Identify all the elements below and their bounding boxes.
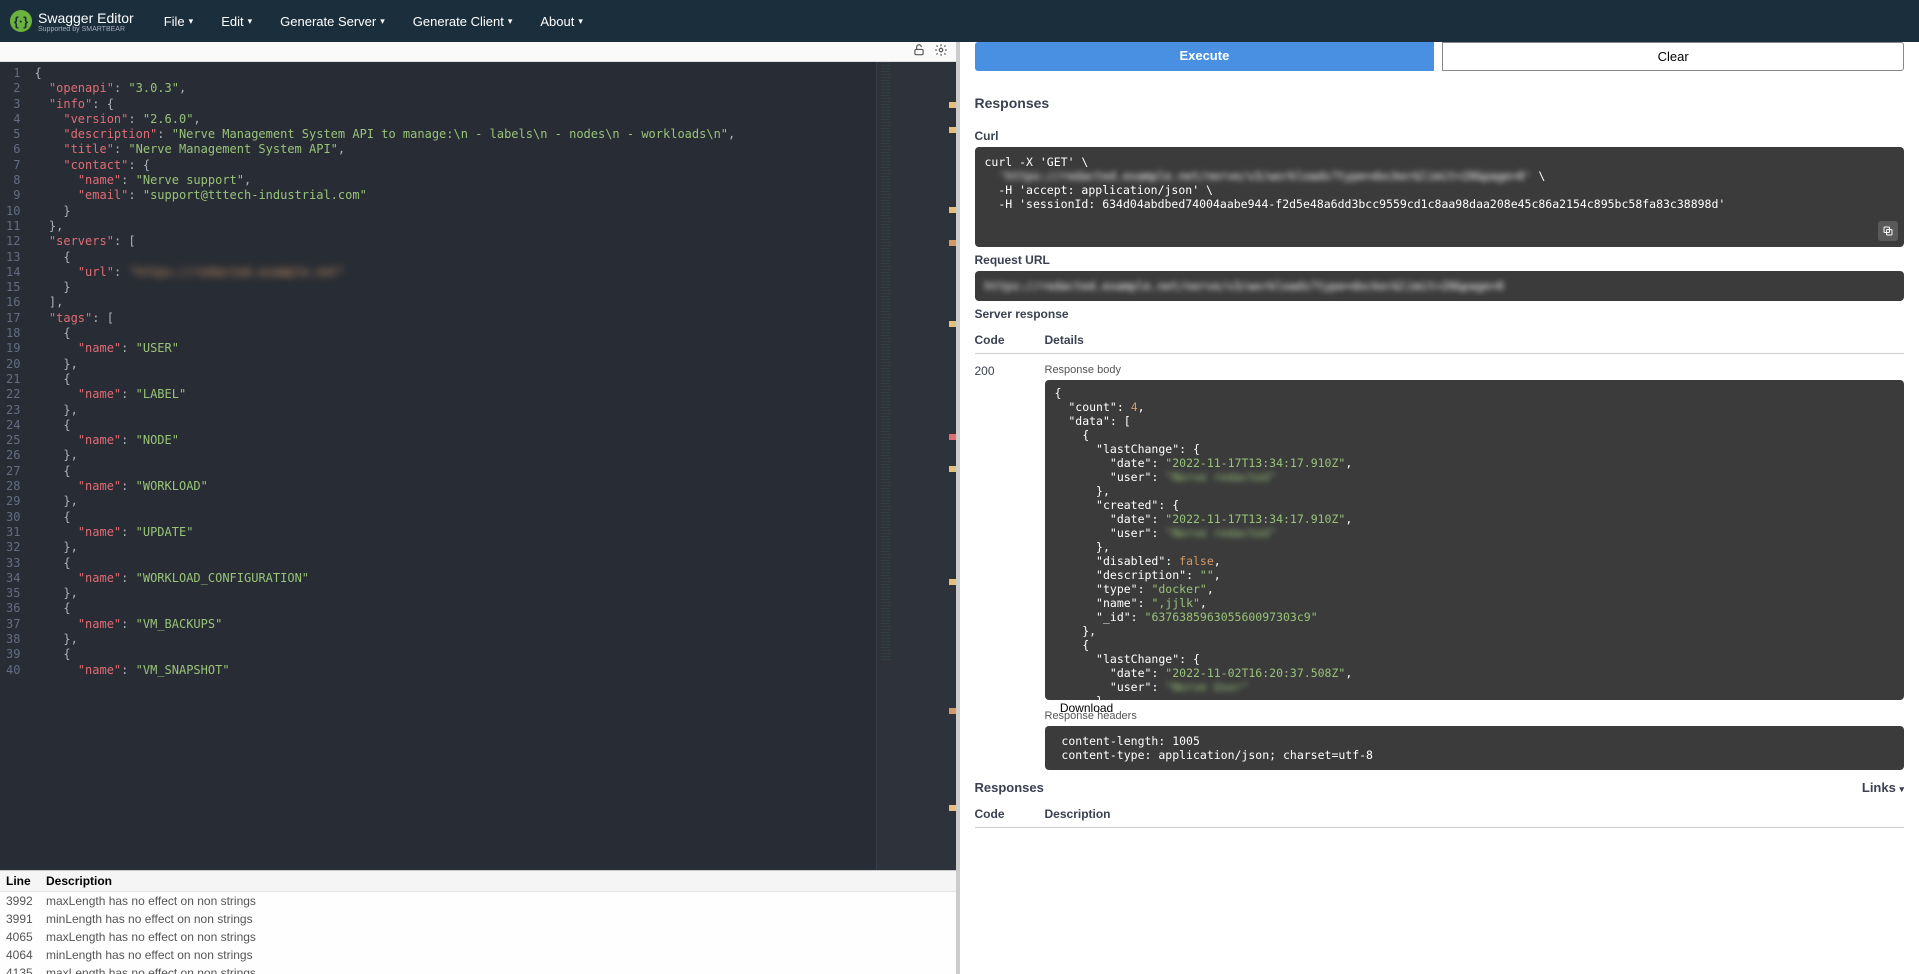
description-col-head: Description — [1045, 807, 1111, 821]
request-url-heading: Request URL — [975, 253, 1905, 267]
code-col-head-2: Code — [975, 807, 1045, 821]
status-code: 200 — [975, 364, 1045, 770]
menu-file[interactable]: File ▾ — [164, 14, 193, 29]
menu-edit[interactable]: Edit ▾ — [221, 14, 252, 29]
topbar: {·} Swagger Editor Supported by SMARTBEA… — [0, 0, 1919, 42]
errors-col-line: Line — [6, 874, 46, 888]
copy-icon[interactable] — [1878, 221, 1898, 241]
line-gutter: 1234567891011121314151617181920212223242… — [0, 62, 30, 870]
chevron-down-icon: ▾ — [248, 16, 253, 27]
response-row: 200 Response body { "count": 4, "data": … — [975, 354, 1905, 770]
clear-button[interactable]: Clear — [1442, 42, 1904, 71]
brand-subtitle: Supported by SMARTBEAR — [38, 26, 134, 33]
menu-generate-server[interactable]: Generate Server ▾ — [280, 14, 385, 29]
logo: {·} Swagger Editor Supported by SMARTBEA… — [10, 10, 134, 33]
curl-block: curl -X 'GET' \ 'https://redacted.exampl… — [975, 147, 1905, 247]
response-headers-heading: Response headers — [1045, 710, 1905, 722]
menu-about[interactable]: About ▾ — [540, 14, 583, 29]
chevron-down-icon: ▾ — [380, 16, 385, 27]
response-table-head: Code Details — [975, 325, 1905, 354]
code-editor[interactable]: 1234567891011121314151617181920212223242… — [0, 62, 956, 870]
gear-icon[interactable] — [934, 43, 948, 60]
code-content[interactable]: { "openapi": "3.0.3", "info": { "version… — [30, 62, 955, 870]
response-headers-block: content-length: 1005 content-type: appli… — [1045, 726, 1905, 770]
editor-pane: 1234567891011121314151617181920212223242… — [0, 42, 960, 974]
errors-panel[interactable]: Line Description 3992maxLength has no ef… — [0, 870, 956, 974]
curl-heading: Curl — [975, 129, 1905, 143]
minimap[interactable]: — — — —— — — —— — — —— — — —— — — —— — —… — [876, 62, 956, 870]
editor-toolbar — [0, 42, 956, 62]
download-button[interactable]: Download — [1060, 701, 1113, 715]
response-body-block[interactable]: { "count": 4, "data": [ { "lastChange": … — [1045, 380, 1905, 700]
chevron-down-icon: ▾ — [189, 16, 194, 27]
chevron-down-icon: ▾ — [1899, 784, 1904, 794]
responses-table-head-2: Code Description — [975, 799, 1905, 828]
copy-icon[interactable] — [1045, 701, 1057, 715]
swagger-logo-icon: {·} — [10, 10, 32, 32]
main-split: 1234567891011121314151617181920212223242… — [0, 42, 1919, 974]
menu-generate-client[interactable]: Generate Client ▾ — [413, 14, 513, 29]
marker-column — [948, 62, 956, 870]
error-row[interactable]: 3991minLength has no effect on non strin… — [0, 910, 956, 928]
request-url-block: https://redacted.example.net/nerve/v3/wo… — [975, 271, 1905, 301]
errors-col-desc: Description — [46, 874, 112, 888]
chevron-down-icon: ▾ — [578, 16, 583, 27]
chevron-down-icon: ▾ — [508, 16, 513, 27]
execute-button[interactable]: Execute — [975, 42, 1435, 71]
response-body-heading: Response body — [1045, 364, 1905, 376]
main-menu: File ▾ Edit ▾ Generate Server ▾ Generate Cl… — [164, 14, 583, 29]
responses-heading: Responses — [975, 85, 1905, 123]
brand-title: Swagger Editor — [38, 10, 134, 26]
responses-heading-2: Responses — [975, 780, 1044, 795]
errors-header: Line Description — [0, 871, 956, 892]
preview-pane: Execute Clear Responses Curl curl -X 'GE… — [960, 42, 1919, 974]
error-row[interactable]: 4135maxLength has no effect on non strin… — [0, 964, 956, 974]
server-response-heading: Server response — [975, 307, 1905, 321]
error-row[interactable]: 3992maxLength has no effect on non strin… — [0, 892, 956, 910]
details-col-head: Details — [1045, 333, 1084, 347]
response-section: Curl curl -X 'GET' \ 'https://redacted.e… — [975, 129, 1905, 828]
lock-icon[interactable] — [912, 43, 926, 60]
code-col-head: Code — [975, 333, 1045, 347]
error-row[interactable]: 4064minLength has no effect on non strin… — [0, 946, 956, 964]
error-row[interactable]: 4065maxLength has no effect on non strin… — [0, 928, 956, 946]
links-heading[interactable]: Links ▾ — [1862, 780, 1904, 795]
execute-bar: Execute Clear — [975, 42, 1905, 71]
